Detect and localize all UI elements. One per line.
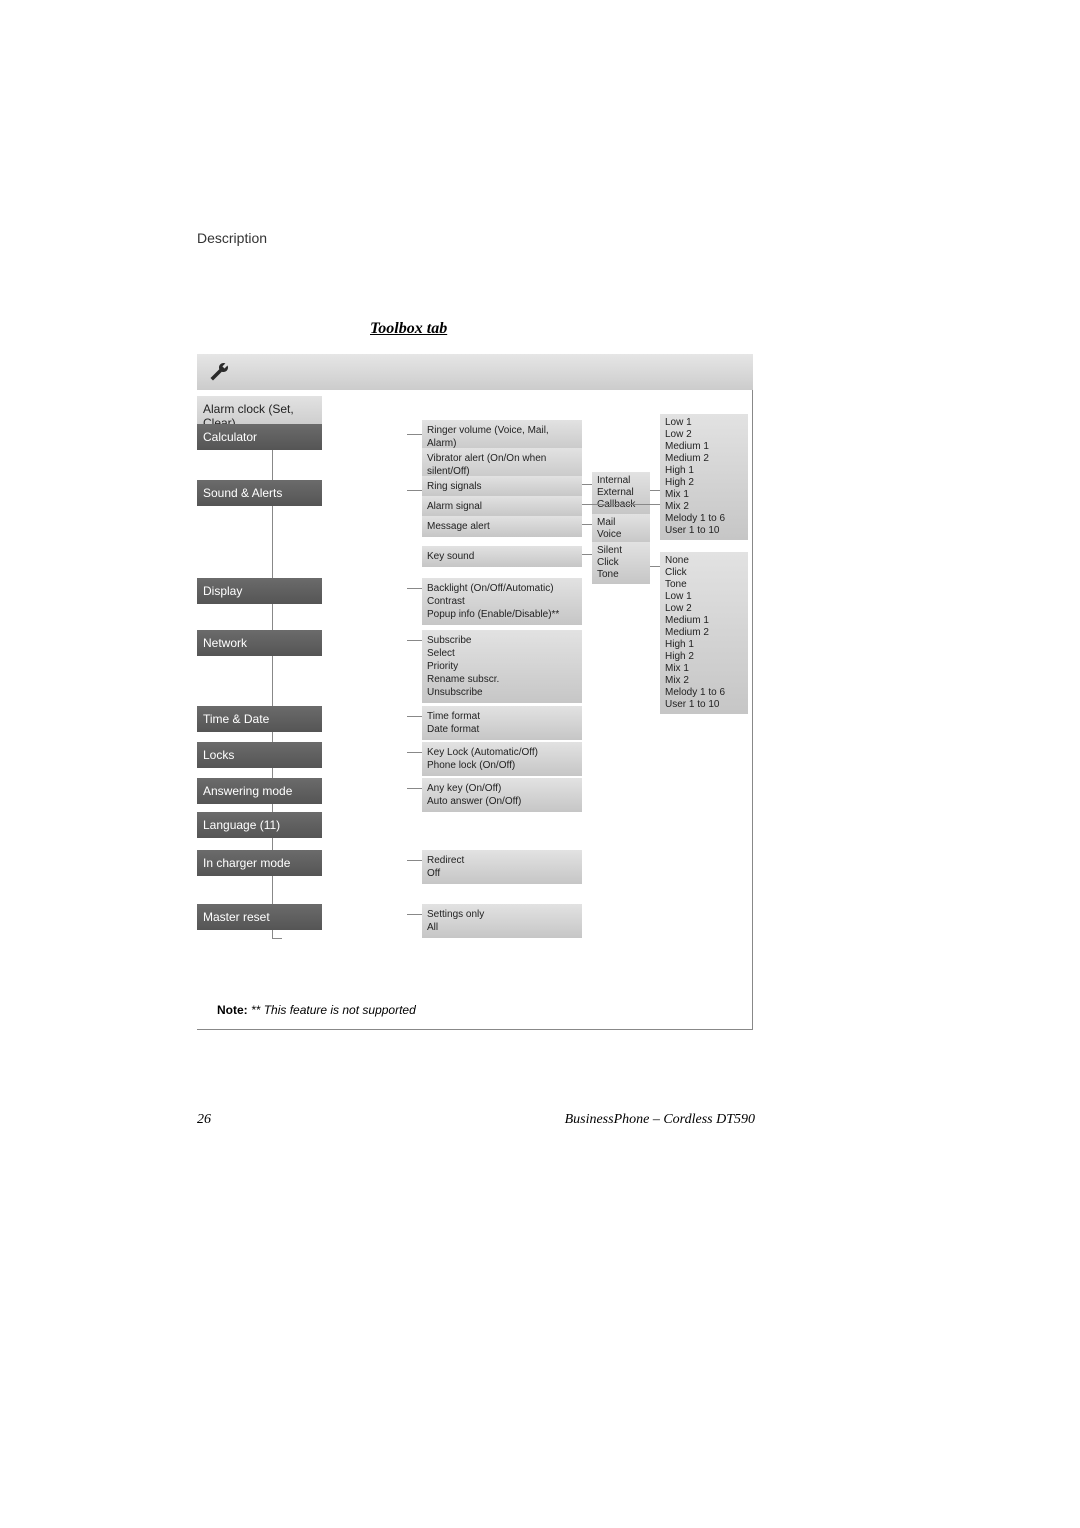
opt-display: Backlight (On/Off/Automatic) Contrast Po… [422,578,582,625]
document-footer: BusinessPhone – Cordless DT590 [565,1112,755,1128]
page-number: 26 [197,1112,211,1128]
menu-in-charger-mode: In charger mode [197,850,322,876]
document-page: Description Toolbox tab Toolbox Alarm cl… [0,0,1080,1528]
menu-calculator: Calculator [197,424,322,450]
menu-master-reset: Master reset [197,904,322,930]
ring-types: Internal External Callback [592,472,650,514]
ringer-values-list: Low 1 Low 2 Medium 1 Medium 2 High 1 Hig… [660,414,748,540]
menu-locks: Locks [197,742,322,768]
message-types: Mail Voice [592,514,650,544]
opt-master-reset: Settings only All [422,904,582,938]
menu-answering-mode: Answering mode [197,778,322,804]
opt-answering: Any key (On/Off) Auto answer (On/Off) [422,778,582,812]
toolbox-diagram: Toolbox Alarm clock (Set, Clear) Calcula… [197,354,753,1030]
opt-message-alert: Message alert [422,516,582,537]
section-header-label: Description [197,230,267,246]
menu-network: Network [197,630,322,656]
footnote-text: This feature is not supported [264,1003,416,1017]
opt-charger: Redirect Off [422,850,582,884]
menu-time-date: Time & Date [197,706,322,732]
menu-language: Language (11) [197,812,322,838]
opt-ring-signals: Ring signals [422,476,582,497]
key-sound-types: Silent Click Tone [592,542,650,584]
footnote-prefix: Note: [217,1003,251,1017]
opt-time-date: Time format Date format [422,706,582,740]
opt-alarm-signal: Alarm signal [422,496,582,517]
keysound-values-list: None Click Tone Low 1 Low 2 Medium 1 Med… [660,552,748,714]
toolbox-icon-bar [197,354,753,390]
opt-locks: Key Lock (Automatic/Off) Phone lock (On/… [422,742,582,776]
menu-display: Display [197,578,322,604]
wrench-icon [207,360,231,384]
menu-sound-alerts: Sound & Alerts [197,480,322,506]
footnote: Note: ** This feature is not supported [217,1003,416,1017]
footnote-stars: ** [251,1003,264,1017]
opt-network: Subscribe Select Priority Rename subscr.… [422,630,582,703]
opt-key-sound: Key sound [422,546,582,567]
page-title: Toolbox tab [370,320,447,338]
